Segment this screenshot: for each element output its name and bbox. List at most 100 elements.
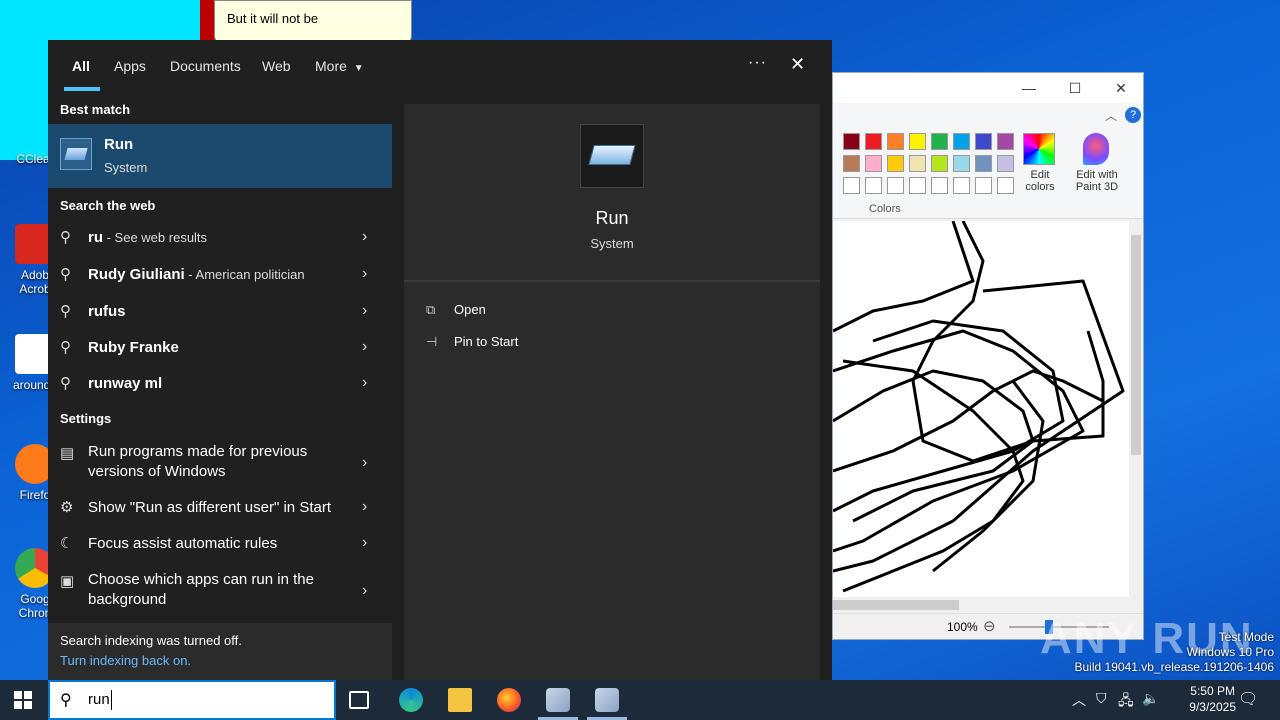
desktop-icon-label: Adob Acrob xyxy=(19,268,51,296)
paint3d-icon[interactable] xyxy=(1083,133,1109,165)
web-result-item[interactable]: ⚲ rufus › xyxy=(48,294,392,330)
minimize-button[interactable]: — xyxy=(1009,77,1049,99)
color-swatch[interactable] xyxy=(931,177,948,194)
tab-documents[interactable]: Documents xyxy=(170,58,241,74)
color-swatch[interactable] xyxy=(997,177,1014,194)
windows-start-icon[interactable] xyxy=(14,691,32,709)
pin-to-start-action[interactable]: ⊣ Pin to Start xyxy=(426,334,518,350)
system-clock[interactable]: 5:50 PM 9/3/2025 xyxy=(1189,683,1236,715)
tab-more[interactable]: More ▼ xyxy=(315,58,364,74)
run-app-icon xyxy=(60,138,92,170)
run-app-large-icon xyxy=(580,124,644,188)
color-swatch[interactable] xyxy=(887,133,904,150)
chevron-right-icon: › xyxy=(362,454,368,471)
scrollbar-thumb[interactable] xyxy=(833,600,959,610)
chevron-right-icon: › xyxy=(362,374,368,391)
indexing-notice: Search indexing was turned off. Turn ind… xyxy=(48,623,392,680)
tab-web[interactable]: Web xyxy=(262,58,291,74)
colors-group-label: Colors xyxy=(869,203,901,215)
query-match: ru xyxy=(88,229,103,246)
close-button[interactable]: ✕ xyxy=(1101,77,1141,99)
query-match: ru xyxy=(88,375,103,392)
settings-item[interactable]: ☾ Focus assist automatic rules › xyxy=(48,526,392,562)
network-icon[interactable]: 🖧 xyxy=(1118,690,1134,714)
color-swatch[interactable] xyxy=(953,177,970,194)
close-icon[interactable]: ✕ xyxy=(790,54,805,75)
tooltip: But it will not be xyxy=(214,0,412,44)
color-swatch[interactable] xyxy=(865,155,882,172)
web-result-item[interactable]: ⚲ Ruby Franke › xyxy=(48,330,392,366)
edge-icon[interactable] xyxy=(399,688,423,712)
tab-apps[interactable]: Apps xyxy=(114,58,146,74)
settings-item[interactable]: ▤ Run programs made for previous version… xyxy=(48,436,392,492)
web-result-item[interactable]: ⚲ Rudy Giuliani - American politician › xyxy=(48,257,392,293)
settings-item-label: Show "Run as different user" in Start xyxy=(88,499,331,516)
settings-item[interactable]: ▣ Choose which apps can run in the backg… xyxy=(48,564,392,620)
collapse-ribbon-icon[interactable]: ︿ xyxy=(1105,107,1117,124)
web-result-text: rufus xyxy=(88,303,126,320)
color-swatch[interactable] xyxy=(931,155,948,172)
color-swatch[interactable] xyxy=(887,177,904,194)
volume-icon[interactable]: 🔈 xyxy=(1142,690,1159,707)
color-swatch[interactable] xyxy=(887,155,904,172)
more-options-icon[interactable]: ··· xyxy=(748,54,767,72)
firefox-icon[interactable] xyxy=(497,688,521,712)
settings-item[interactable]: ⚙ Show "Run as different user" in Start … xyxy=(48,490,392,526)
search-input[interactable]: run xyxy=(88,691,110,708)
color-swatch[interactable] xyxy=(953,155,970,172)
search-web-heading: Search the web xyxy=(60,198,156,213)
color-swatch[interactable] xyxy=(909,155,926,172)
task-view-icon[interactable] xyxy=(349,691,369,709)
vertical-scrollbar[interactable] xyxy=(1129,221,1143,597)
settings-item-label: Choose which apps can run in the backgro… xyxy=(88,571,314,608)
query-match: ru xyxy=(88,303,103,320)
chevron-up-icon[interactable]: ︿ xyxy=(1072,690,1086,710)
color-swatch[interactable] xyxy=(909,133,926,150)
color-swatch[interactable] xyxy=(975,155,992,172)
scrollbar-thumb[interactable] xyxy=(1131,235,1141,455)
settings-item-label: Run programs made for previous versions … xyxy=(88,443,308,480)
search-icon: ⚲ xyxy=(60,375,71,392)
edit-colors-icon[interactable] xyxy=(1023,133,1055,165)
chevron-right-icon: › xyxy=(362,338,368,355)
preview-title: Run xyxy=(595,208,629,228)
query-rest: dy Giuliani xyxy=(108,266,185,283)
horizontal-scrollbar[interactable] xyxy=(833,597,1129,613)
file-explorer-icon[interactable] xyxy=(448,688,472,712)
turn-indexing-on-link[interactable]: Turn indexing back on. xyxy=(60,653,191,668)
taskbar-search-box[interactable]: ⚲ run xyxy=(48,680,336,720)
best-match-item-run[interactable]: Run System xyxy=(48,124,392,188)
web-result-text: Ruby Franke xyxy=(88,339,179,356)
color-swatch[interactable] xyxy=(865,133,882,150)
paint-canvas[interactable] xyxy=(833,221,1129,597)
chevron-right-icon: › xyxy=(362,265,368,282)
edit-with-paint3d-label[interactable]: Edit with Paint 3D xyxy=(1069,169,1125,193)
color-swatch[interactable] xyxy=(865,177,882,194)
color-swatch[interactable] xyxy=(975,133,992,150)
color-swatch[interactable] xyxy=(909,177,926,194)
edit-colors-label[interactable]: Edit colors xyxy=(1019,169,1061,193)
tab-all[interactable]: All xyxy=(72,58,90,74)
color-swatch[interactable] xyxy=(843,177,860,194)
search-icon: ⚲ xyxy=(60,692,72,709)
paint-icon[interactable] xyxy=(595,688,619,712)
paint-icon[interactable] xyxy=(546,688,570,712)
web-result-text: Rudy Giuliani - American politician xyxy=(88,266,305,283)
color-swatch[interactable] xyxy=(975,177,992,194)
color-swatch[interactable] xyxy=(931,133,948,150)
notifications-icon[interactable]: 🗨 xyxy=(1238,689,1258,709)
web-result-text: ru - See web results xyxy=(88,229,207,246)
maximize-button[interactable]: ☐ xyxy=(1055,77,1095,99)
zoom-out-icon[interactable]: ⊖ xyxy=(983,617,996,635)
open-action[interactable]: ⧉ Open xyxy=(426,302,486,318)
web-result-item[interactable]: ⚲ runway ml › xyxy=(48,366,392,402)
color-swatch[interactable] xyxy=(843,133,860,150)
help-icon[interactable]: ? xyxy=(1125,107,1141,123)
color-swatch[interactable] xyxy=(953,133,970,150)
security-icon[interactable]: ⛉ xyxy=(1096,690,1107,707)
preview-subtitle: System xyxy=(590,236,634,251)
color-swatch[interactable] xyxy=(997,133,1014,150)
web-result-item[interactable]: ⚲ ru - See web results › xyxy=(48,220,392,256)
color-swatch[interactable] xyxy=(843,155,860,172)
color-swatch[interactable] xyxy=(997,155,1014,172)
